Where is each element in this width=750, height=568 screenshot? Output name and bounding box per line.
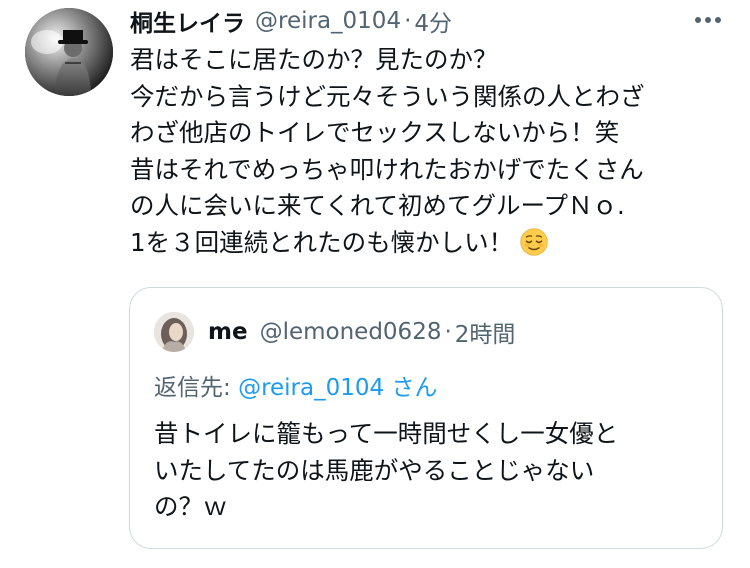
avatar-image [25, 8, 113, 96]
reply-context: 返信先: @reira_0104 さん [154, 368, 437, 402]
tweet-line: 1を３回連続とれたのも懐かしい！ [130, 227, 514, 257]
quote-timestamp[interactable]: 2時間 [455, 315, 516, 349]
quote-avatar[interactable] [154, 312, 194, 352]
relieved-face-emoji [520, 227, 548, 256]
display-name[interactable]: 桐生レイラ [130, 4, 245, 38]
tweet-line: 今だから言うけど元々そういう関係の人とわざ [130, 81, 645, 111]
more-options-button[interactable] [688, 6, 728, 34]
quote-display-name[interactable]: me [208, 319, 248, 345]
tweet-line: わざ他店のトイレでセックスしないから！笑 [130, 118, 620, 147]
quote-line: の？ｗ [154, 492, 228, 521]
quote-header: me @lemoned0628 · 2時間 [208, 316, 515, 348]
quote-avatar-image [154, 312, 194, 352]
tweet[interactable]: 桐生レイラ @reira_0104 · 4分 君はそこに居たのか？見たのか？ 今… [0, 0, 750, 568]
handle[interactable]: @reira_0104 [255, 8, 401, 34]
more-horizontal-icon [695, 17, 721, 23]
quote-handle[interactable]: @lemoned0628 [260, 319, 442, 345]
timestamp[interactable]: 4分 [414, 4, 452, 38]
avatar[interactable] [25, 8, 113, 96]
tweet-line: 君はそこに居たのか？見たのか？ [130, 45, 498, 74]
separator-dot: · [444, 319, 452, 345]
quoted-tweet[interactable]: me @lemoned0628 · 2時間 返信先: @reira_0104 さ… [129, 287, 723, 549]
tweet-line: の人に会いに来てくれて初めてグループＮｏ. [130, 191, 625, 220]
quote-body: 昔トイレに籠もって一時間せくし一女優と いたしてたのは馬鹿がやることじゃない の… [154, 416, 714, 526]
tweet-header: 桐生レイラ @reira_0104 · 4分 [130, 4, 452, 38]
quote-line: いたしてたのは馬鹿がやることじゃない [154, 455, 595, 485]
separator-dot: · [404, 8, 412, 34]
tweet-body: 君はそこに居たのか？見たのか？ 今だから言うけど元々そういう関係の人とわざ わざ… [130, 42, 730, 261]
tweet-last-line: 1を３回連続とれたのも懐かしい！ [130, 225, 730, 262]
tweet-line: 昔はそれでめっちゃ叩けれたおかげでたくさん [130, 154, 644, 184]
reply-mention-link[interactable]: @reira_0104 さん [238, 375, 437, 401]
reply-prefix: 返信先: [154, 375, 239, 401]
quote-line: 昔トイレに籠もって一時間せくし一女優と [154, 419, 619, 448]
